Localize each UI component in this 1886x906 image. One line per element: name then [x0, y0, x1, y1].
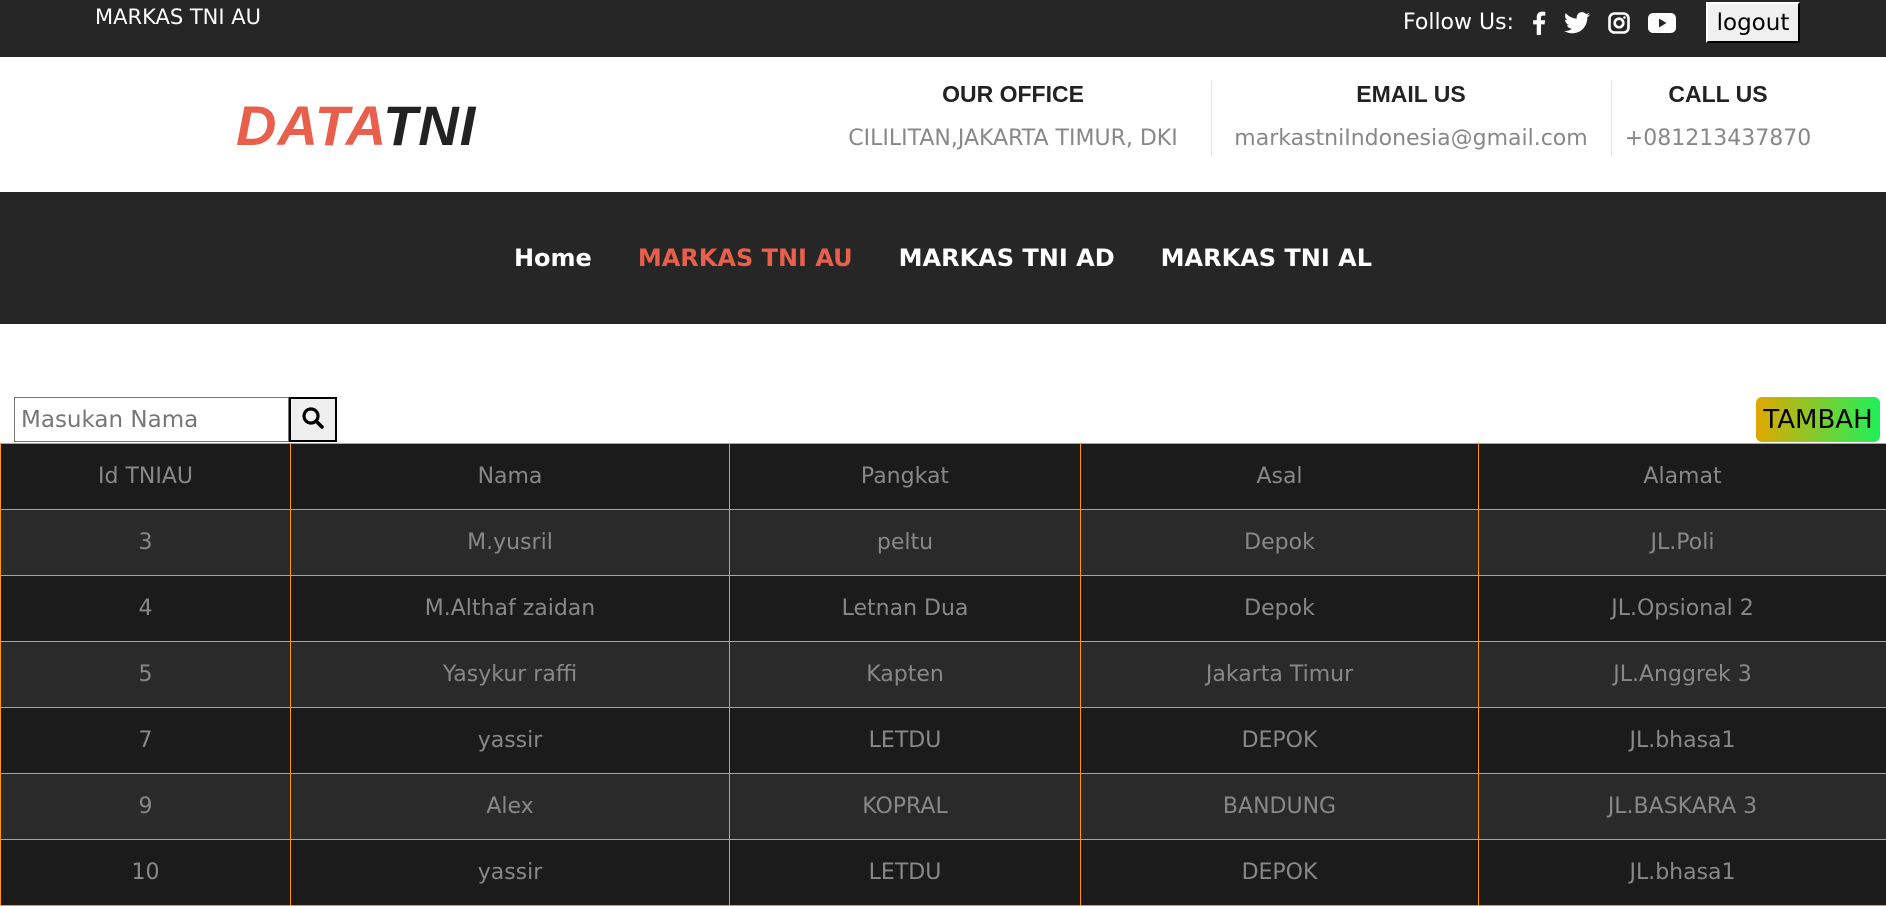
header: DATATNI OUR OFFICE CILILITAN,JAKARTA TIM…	[0, 57, 1886, 192]
column-header: Id TNIAU	[1, 444, 291, 510]
office-info: OUR OFFICE CILILITAN,JAKARTA TIMUR, DKI	[838, 81, 1188, 151]
nav-markas-tni-ad[interactable]: MARKAS TNI AD	[899, 244, 1115, 272]
table-cell: Alex	[291, 774, 730, 840]
table-cell: peltu	[730, 510, 1081, 576]
table-cell: LETDU	[730, 708, 1081, 774]
table-cell: JL.BASKARA 3	[1479, 774, 1886, 840]
email-title: EMAIL US	[1221, 81, 1601, 108]
call-info: CALL US +081213437870	[1621, 81, 1815, 151]
call-title: CALL US	[1621, 81, 1815, 108]
table-cell: 10	[1, 840, 291, 906]
logo-part-data: DATA	[236, 94, 383, 157]
table-cell: JL.bhasa1	[1479, 840, 1886, 906]
twitter-icon[interactable]	[1564, 12, 1590, 34]
logout-button[interactable]: logout	[1706, 2, 1800, 43]
table-cell: JL.Opsional 2	[1479, 576, 1886, 642]
table-row: 7yassirLETDUDEPOKJL.bhasa1	[1, 708, 1886, 774]
top-bar: MARKAS TNI AU Follow Us: logout	[0, 0, 1886, 57]
nav-markas-tni-al[interactable]: MARKAS TNI AL	[1161, 244, 1372, 272]
facebook-icon[interactable]	[1532, 11, 1546, 35]
follow-label: Follow Us:	[1403, 10, 1514, 35]
logo-part-tni: TNI	[383, 94, 476, 157]
table-row: 5Yasykur raffiKaptenJakarta TimurJL.Angg…	[1, 642, 1886, 708]
table-cell: yassir	[291, 708, 730, 774]
table-row: 3M.yusrilpeltuDepokJL.Poli	[1, 510, 1886, 576]
table-cell: Kapten	[730, 642, 1081, 708]
table-cell: 9	[1, 774, 291, 840]
search-button[interactable]	[289, 397, 337, 442]
email-value: markastniIndonesia@gmail.com	[1221, 126, 1601, 151]
table-cell: Depok	[1081, 576, 1479, 642]
table-cell: BANDUNG	[1081, 774, 1479, 840]
office-title: OUR OFFICE	[838, 81, 1188, 108]
search-icon	[301, 406, 325, 433]
table-cell: 5	[1, 642, 291, 708]
table-row: 10yassirLETDUDEPOKJL.bhasa1	[1, 840, 1886, 906]
divider	[1611, 81, 1612, 157]
table-cell: Letnan Dua	[730, 576, 1081, 642]
data-table: Id TNIAU Nama Pangkat Asal Alamat 3M.yus…	[0, 443, 1886, 906]
office-value: CILILITAN,JAKARTA TIMUR, DKI	[838, 126, 1188, 151]
call-value: +081213437870	[1621, 126, 1815, 151]
column-header: Alamat	[1479, 444, 1886, 510]
instagram-icon[interactable]	[1608, 12, 1630, 34]
main-nav: Home MARKAS TNI AU MARKAS TNI AD MARKAS …	[0, 192, 1886, 324]
nav-home[interactable]: Home	[514, 244, 592, 272]
table-cell: KOPRAL	[730, 774, 1081, 840]
column-header: Asal	[1081, 444, 1479, 510]
table-cell: Jakarta Timur	[1081, 642, 1479, 708]
divider	[1211, 81, 1212, 157]
table-cell: Yasykur raffi	[291, 642, 730, 708]
table-cell: M.Althaf zaidan	[291, 576, 730, 642]
table-cell: 4	[1, 576, 291, 642]
table-header-row: Id TNIAU Nama Pangkat Asal Alamat	[1, 444, 1886, 510]
table-cell: JL.bhasa1	[1479, 708, 1886, 774]
column-header: Nama	[291, 444, 730, 510]
column-header: Pangkat	[730, 444, 1081, 510]
nav-markas-tni-au[interactable]: MARKAS TNI AU	[638, 244, 853, 272]
search-input[interactable]	[14, 397, 289, 442]
follow-us: Follow Us:	[1403, 10, 1676, 35]
logo[interactable]: DATATNI	[236, 93, 476, 158]
table-row: 4M.Althaf zaidanLetnan DuaDepokJL.Opsion…	[1, 576, 1886, 642]
table-cell: JL.Poli	[1479, 510, 1886, 576]
email-info: EMAIL US markastniIndonesia@gmail.com	[1221, 81, 1601, 151]
table-cell: JL.Anggrek 3	[1479, 642, 1886, 708]
table-cell: DEPOK	[1081, 840, 1479, 906]
table-cell: 3	[1, 510, 291, 576]
table-cell: M.yusril	[291, 510, 730, 576]
table-cell: DEPOK	[1081, 708, 1479, 774]
top-brand-text: MARKAS TNI AU	[95, 5, 261, 29]
table-cell: LETDU	[730, 840, 1081, 906]
table-row: 9AlexKOPRALBANDUNGJL.BASKARA 3	[1, 774, 1886, 840]
table-cell: yassir	[291, 840, 730, 906]
table-cell: 7	[1, 708, 291, 774]
search-form	[14, 397, 337, 442]
table-cell: Depok	[1081, 510, 1479, 576]
youtube-icon[interactable]	[1648, 13, 1676, 33]
tambah-button[interactable]: TAMBAH	[1756, 397, 1880, 442]
